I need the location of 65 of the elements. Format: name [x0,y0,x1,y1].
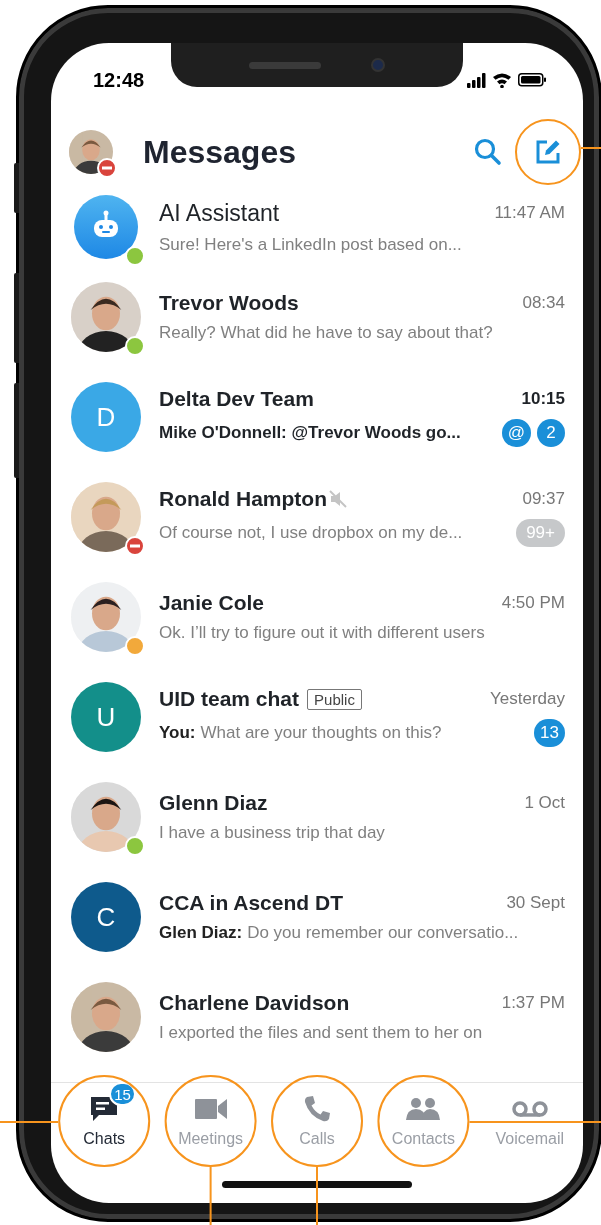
leader-line [209,1166,212,1225]
message-preview: Do you remember our conversatio... [247,923,519,943]
phone-icon [303,1095,331,1123]
message-preview: What are your thoughts on this? [200,723,442,743]
message-preview: Mike O'Donnell: @Trevor Woods go... [159,423,461,443]
message-preview: I exported the files and sent them to her on [159,1023,483,1043]
robot-avatar-icon [74,195,138,259]
sender-name: Glen Diaz: [159,923,243,943]
avatar: U [71,682,141,752]
contact-name: Ronald Hampton [159,487,327,511]
speaker-grille [249,61,321,69]
mention-badge: @ [501,419,531,447]
chat-row[interactable]: D Delta Dev Team 10:15 Mike O'Donnell: @Trevor Woods go... @ 2 [51,367,583,467]
chat-row[interactable]: Charlene Davidson 1:37 PM I exported the files and sent them to her on [51,967,583,1067]
message-time: Yesterday [490,689,565,709]
unread-count-badge: 13 [534,719,565,747]
unread-count-badge: 15 [109,1082,136,1106]
message-time: 08:34 [522,293,565,313]
unread-count-badge: 99+ [516,519,565,547]
message-preview: I have a business trip that day [159,823,385,843]
message-preview: Sure! Here's a LinkedIn post based on... [159,234,462,255]
contact-name: Trevor Woods [159,291,299,315]
leader-line [580,147,601,149]
leader-line [0,1121,60,1123]
message-time: 11:47 AM [494,203,565,223]
signal-icon [467,72,486,88]
contact-name: AI Assistant [159,199,280,227]
chat-row[interactable]: Trevor Woods 08:34 Really? What did he have to say about that? [51,267,583,367]
video-camera-icon [193,1097,228,1121]
unread-count-badge: 2 [537,419,565,447]
contact-name: Janie Cole [159,591,265,615]
battery-icon [518,73,547,87]
chat-row[interactable]: AI Assistant 11:47 AM Sure! Here's a LinkedIn post based on... [51,187,583,267]
annotation-circle [515,119,581,185]
avatar: D [71,382,141,452]
message-time: 1 Oct [524,793,565,813]
status-time: 12:48 [93,68,145,92]
message-time: 09:37 [522,489,565,509]
avatar: C [71,882,141,952]
wifi-icon [492,72,512,88]
sender-name: You: [159,723,196,743]
chat-row[interactable]: Glenn Diaz 1 Oct I have a business trip that day [51,767,583,867]
camera-lens [371,58,385,72]
message-preview: Of course not, I use dropbox on my de... [159,523,463,543]
contact-name: Delta Dev Team [159,387,314,411]
voicemail-icon [511,1100,548,1118]
leader-line [316,1166,318,1225]
chat-row[interactable]: C CCA in Ascend DT 30 Sept Glen Diaz: Do you remember our conversatio... [51,867,583,967]
message-time: 30 Sept [506,893,565,913]
contact-name: Glenn Diaz [159,791,268,815]
chat-row[interactable]: Ronald Hampton 09:37 Of course not, I use dropbox on my de... 99+ [51,467,583,567]
people-icon [405,1097,442,1121]
tab-button[interactable]: 15 Chats [51,1083,158,1159]
chat-row[interactable]: U UID team chat Public Yesterday You: What are your thoughts on this? 13 [51,667,583,767]
page-title: Messages [143,133,297,171]
chat-row[interactable]: Janie Cole 4:50 PM Ok. I’ll try to figure out it with different users [51,567,583,667]
message-time: 1:37 PM [501,993,565,1013]
contact-name: Charlene Davidson [159,991,350,1015]
contact-name: UID team chat [159,687,300,711]
message-time: 4:50 PM [501,593,565,613]
message-preview: Ok. I’ll try to figure out it with different users [159,623,485,643]
message-preview: Really? What did he have to say about that? [159,323,493,343]
contact-name: CCA in Ascend DT [159,891,343,915]
tag-label: Public [307,688,362,710]
message-time: 10:15 [521,389,565,409]
